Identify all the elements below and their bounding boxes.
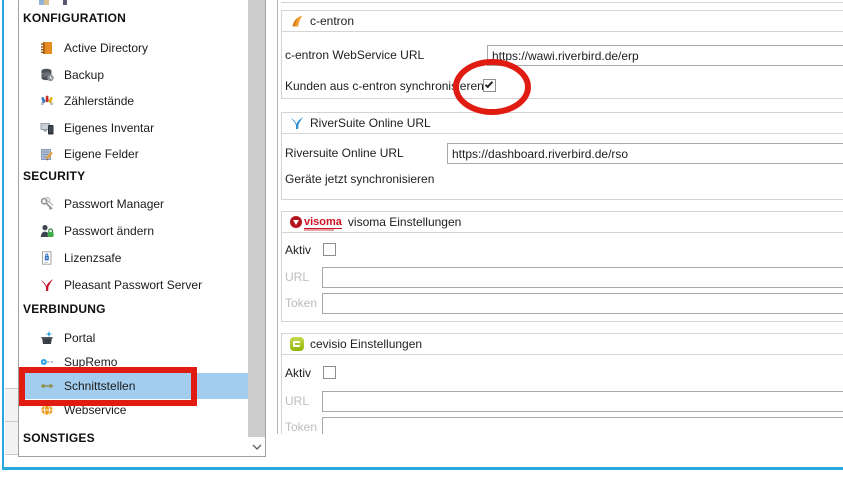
cevisio-aktiv-label: Aktiv — [285, 363, 311, 384]
centron-url-label: c-entron WebService URL — [285, 45, 424, 66]
sidebar-scrollbar[interactable] — [248, 0, 265, 456]
clipped-groupbox-edge — [281, 2, 843, 3]
sidebar-item-eigene-felder[interactable]: Eigene Felder — [20, 141, 249, 167]
visoma-aktiv-label: Aktiv — [285, 240, 311, 261]
group-title: c-entron — [310, 14, 354, 28]
cevisio-token-input[interactable] — [322, 417, 843, 434]
sidebar-item-eigenes-inventar[interactable]: Eigenes Inventar — [20, 115, 249, 141]
sidebar-item-zaehlerstaende[interactable]: Zählerstände — [20, 88, 249, 114]
settings-window: { "window": { "accent_border_color": "#2… — [0, 0, 843, 477]
visoma-url-input[interactable] — [322, 267, 843, 288]
annotation-rectangle-schnittstellen — [19, 367, 197, 406]
cevisio-url-label: URL — [285, 391, 309, 412]
visoma-logo-icon: visoma — [290, 214, 342, 231]
section-sonstiges: SONSTIGES — [23, 430, 95, 446]
window-border-left — [2, 0, 4, 470]
background-panel-edge — [5, 388, 18, 421]
cevisio-aktiv-checkbox[interactable] — [323, 366, 336, 379]
sidebar-item-portal[interactable]: Portal — [20, 325, 249, 351]
clipped-item-icon — [39, 0, 67, 5]
riversuite-bird-icon — [290, 116, 304, 130]
centron-url-input[interactable] — [487, 45, 843, 66]
sidebar-item-pleasant-passwort-server[interactable]: Pleasant Passwort Server — [20, 272, 249, 298]
eigene-felder-icon — [40, 147, 54, 161]
chevron-down-icon — [252, 444, 262, 450]
visoma-aktiv-checkbox[interactable] — [323, 243, 336, 256]
riversuite-sync-now-action[interactable]: Geräte jetzt synchronisieren — [285, 169, 434, 190]
eigenes-inventar-icon — [40, 121, 54, 135]
riversuite-url-input[interactable] — [447, 143, 843, 164]
visoma-url-label: URL — [285, 267, 309, 288]
active-directory-icon — [40, 41, 54, 55]
background-panel-edge — [5, 421, 18, 455]
sidebar-item-passwort-aendern[interactable]: Passwort ändern — [20, 218, 249, 244]
section-konfiguration: KONFIGURATION — [23, 10, 126, 26]
portal-icon — [40, 331, 54, 345]
pleasant-bird-icon — [40, 278, 54, 292]
cevisio-token-label: Token — [285, 417, 317, 434]
sidebar-item-label: Eigene Felder — [64, 147, 139, 161]
license-document-icon — [40, 251, 54, 265]
sidebar-item-label: Eigenes Inventar — [64, 121, 154, 135]
annotation-circle-checkbox — [453, 59, 531, 115]
group-centron-header: c-entron — [282, 11, 843, 32]
c-entron-icon — [290, 14, 304, 28]
sidebar-item-label: Pleasant Passwort Server — [64, 278, 202, 292]
sidebar-item-label: Portal — [64, 331, 95, 345]
sidebar-item-lizenzsafe[interactable]: Lizenzsafe — [20, 245, 249, 271]
section-verbindung: VERBINDUNG — [23, 301, 106, 317]
password-keys-icon — [40, 197, 54, 211]
user-lock-icon — [40, 224, 54, 238]
visoma-token-label: Token — [285, 293, 317, 314]
group-cevisio-header: cevisio Einstellungen — [282, 334, 843, 355]
scrollbar-down-button[interactable] — [248, 437, 265, 456]
sidebar-item-backup[interactable]: Backup — [20, 62, 249, 88]
sidebar-item-label: Backup — [64, 68, 104, 82]
visoma-wordmark: visoma — [304, 216, 342, 229]
group-title: cevisio Einstellungen — [310, 337, 422, 351]
zaehlerstaende-icon — [40, 94, 54, 108]
sidebar-item-label: Zählerstände — [64, 94, 134, 108]
sidebar-item-active-directory[interactable]: Active Directory — [20, 35, 249, 61]
group-title: visoma Einstellungen — [348, 215, 461, 229]
sidebar-item-label: Active Directory — [64, 41, 148, 55]
settings-main-panel: c-entron c-entron WebService URL Kunden … — [277, 0, 843, 434]
sidebar-item-label: Passwort Manager — [64, 197, 164, 211]
cevisio-icon — [290, 337, 304, 351]
riversuite-url-label: Riversuite Online URL — [285, 143, 404, 164]
group-riversuite-header: RiverSuite Online URL — [282, 113, 843, 134]
window-border-bottom — [2, 467, 843, 470]
cevisio-url-input[interactable] — [322, 391, 843, 412]
backup-icon — [40, 68, 54, 82]
visoma-token-input[interactable] — [322, 293, 843, 314]
sidebar-item-passwort-manager[interactable]: Passwort Manager — [20, 191, 249, 217]
section-security: SECURITY — [23, 168, 85, 184]
sidebar-item-label: Lizenzsafe — [64, 251, 121, 265]
sidebar-item-label: Passwort ändern — [64, 224, 154, 238]
scrollbar-thumb[interactable] — [248, 0, 265, 437]
group-title: RiverSuite Online URL — [310, 116, 431, 130]
group-visoma-header: visoma visoma Einstellungen — [282, 212, 843, 233]
